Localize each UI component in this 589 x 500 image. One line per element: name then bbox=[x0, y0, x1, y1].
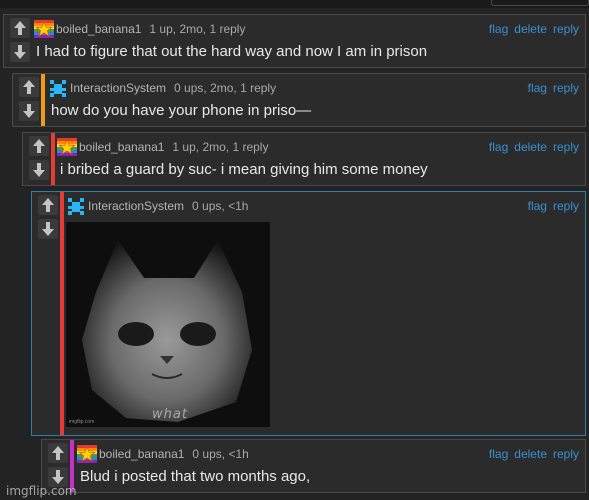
downvote-button[interactable] bbox=[19, 101, 39, 121]
flag-link[interactable]: flag bbox=[489, 447, 508, 461]
comment-meta: 0 ups, <1h bbox=[192, 447, 249, 461]
arrow-up-icon bbox=[42, 198, 54, 212]
arrow-up-icon bbox=[52, 446, 64, 460]
comment-meta: 0 ups, <1h bbox=[192, 199, 249, 213]
arrow-down-icon bbox=[14, 45, 26, 59]
comment-text: how do you have your phone in priso— bbox=[51, 102, 312, 119]
thread-depth-bar bbox=[60, 192, 64, 435]
comment-text: I had to figure that out the hard way an… bbox=[36, 43, 428, 60]
arrow-down-icon bbox=[52, 470, 64, 484]
meme-watermark: imgflip.com bbox=[69, 419, 95, 425]
imgflip-watermark: imgflip.com bbox=[6, 484, 77, 498]
username-link[interactable]: InteractionSystem bbox=[88, 199, 184, 213]
flag-link[interactable]: flag bbox=[528, 81, 547, 95]
upvote-button[interactable] bbox=[38, 195, 58, 215]
cat-face-image bbox=[66, 222, 270, 427]
reply-link[interactable]: reply bbox=[553, 22, 579, 36]
vote-column bbox=[36, 192, 60, 239]
top-bar-edge bbox=[491, 0, 589, 6]
comment-actions: flag delete reply bbox=[483, 19, 579, 39]
flag-link[interactable]: flag bbox=[489, 140, 508, 154]
rainbow-star-avatar-icon[interactable] bbox=[34, 20, 54, 38]
vote-column bbox=[46, 440, 70, 487]
arrow-up-icon bbox=[33, 139, 45, 153]
comment-actions: flag reply bbox=[522, 78, 579, 98]
comment-header: boiled_banana1 1 up, 2mo, 1 reply bbox=[34, 19, 245, 39]
rainbow-star-avatar-icon[interactable] bbox=[57, 138, 77, 156]
arrow-down-icon bbox=[33, 163, 45, 177]
arrow-down-icon bbox=[23, 104, 35, 118]
downvote-button[interactable] bbox=[10, 42, 30, 62]
comment-5: boiled_banana1 0 ups, <1h flag delete re… bbox=[41, 439, 586, 493]
delete-link[interactable]: delete bbox=[514, 22, 547, 36]
thread-depth-bar bbox=[51, 133, 55, 185]
comment-meta: 1 up, 2mo, 1 reply bbox=[149, 22, 246, 36]
comment-1: boiled_banana1 1 up, 2mo, 1 reply flag d… bbox=[3, 14, 586, 68]
reply-link[interactable]: reply bbox=[553, 81, 579, 95]
upvote-button[interactable] bbox=[48, 443, 68, 463]
arrow-down-icon bbox=[42, 222, 54, 236]
vote-column bbox=[17, 74, 41, 121]
comment-meta: 0 ups, 2mo, 1 reply bbox=[174, 81, 277, 95]
comment-meta: 1 up, 2mo, 1 reply bbox=[172, 140, 269, 154]
comment-actions: flag delete reply bbox=[483, 444, 579, 464]
comment-2: InteractionSystem 0 ups, 2mo, 1 reply fl… bbox=[12, 73, 586, 127]
vote-column bbox=[8, 15, 32, 62]
reply-link[interactable]: reply bbox=[553, 140, 579, 154]
comment-text: i bribed a guard by suc- i mean giving h… bbox=[60, 161, 428, 178]
arrow-up-icon bbox=[14, 21, 26, 35]
meme-caption: what bbox=[152, 407, 188, 422]
blue-pixel-avatar-icon[interactable] bbox=[48, 79, 68, 97]
comment-4: InteractionSystem 0 ups, <1h flag reply bbox=[31, 191, 586, 436]
comment-thread-page: boiled_banana1 1 up, 2mo, 1 reply flag d… bbox=[0, 0, 589, 500]
delete-link[interactable]: delete bbox=[514, 140, 547, 154]
username-link[interactable]: boiled_banana1 bbox=[99, 447, 184, 461]
username-link[interactable]: boiled_banana1 bbox=[79, 140, 164, 154]
top-bar bbox=[0, 0, 589, 8]
comment-3: boiled_banana1 1 up, 2mo, 1 reply flag d… bbox=[22, 132, 586, 186]
upvote-button[interactable] bbox=[29, 136, 49, 156]
meme-image[interactable]: what imgflip.com bbox=[66, 222, 270, 427]
vote-column bbox=[27, 133, 51, 180]
username-link[interactable]: InteractionSystem bbox=[70, 81, 166, 95]
comment-actions: flag delete reply bbox=[483, 137, 579, 157]
comment-header: boiled_banana1 1 up, 2mo, 1 reply bbox=[57, 137, 268, 157]
blue-pixel-avatar-icon[interactable] bbox=[66, 197, 86, 215]
downvote-button[interactable] bbox=[29, 160, 49, 180]
thread-depth-bar bbox=[41, 74, 45, 126]
username-link[interactable]: boiled_banana1 bbox=[56, 22, 141, 36]
comment-header: boiled_banana1 0 ups, <1h bbox=[77, 444, 249, 464]
comment-header: InteractionSystem 0 ups, <1h bbox=[66, 196, 248, 216]
comment-text: Blud i posted that two months ago, bbox=[80, 468, 311, 485]
upvote-button[interactable] bbox=[10, 18, 30, 38]
reply-link[interactable]: reply bbox=[553, 199, 579, 213]
delete-link[interactable]: delete bbox=[514, 447, 547, 461]
arrow-up-icon bbox=[23, 80, 35, 94]
flag-link[interactable]: flag bbox=[528, 199, 547, 213]
comment-actions: flag reply bbox=[522, 196, 579, 216]
reply-link[interactable]: reply bbox=[553, 447, 579, 461]
flag-link[interactable]: flag bbox=[489, 22, 508, 36]
comment-header: InteractionSystem 0 ups, 2mo, 1 reply bbox=[48, 78, 276, 98]
rainbow-star-avatar-icon[interactable] bbox=[77, 445, 97, 463]
downvote-button[interactable] bbox=[38, 219, 58, 239]
upvote-button[interactable] bbox=[19, 77, 39, 97]
